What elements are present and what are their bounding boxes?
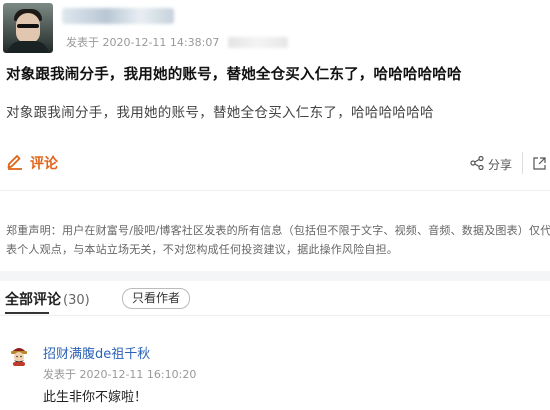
author-avatar[interactable]: [3, 3, 53, 53]
comment-count: (30): [63, 293, 90, 308]
tab-all-comments[interactable]: 全部评论 (30): [5, 289, 90, 309]
post-ip-redacted: [228, 37, 288, 48]
tab-all-comments-label: 全部评论: [5, 292, 61, 308]
author-only-button[interactable]: 只看作者: [122, 288, 191, 309]
section-separator: [0, 271, 550, 281]
section-divider: [0, 190, 550, 191]
active-tab-indicator: [5, 312, 49, 314]
action-divider: [522, 152, 523, 174]
comment-button[interactable]: 评论: [6, 152, 58, 174]
comment-label: 评论: [30, 156, 58, 172]
pencil-icon: [6, 152, 24, 174]
share-button[interactable]: 分享: [470, 155, 512, 174]
share-label: 分享: [488, 158, 513, 172]
fortune-god-icon: [11, 348, 27, 366]
share-icon: [470, 155, 484, 174]
commenter-username[interactable]: 招财满腹de祖千秋: [43, 343, 150, 362]
commenter-avatar[interactable]: [8, 344, 30, 366]
post-timestamp: 发表于 2020-12-11 14:38:07: [66, 36, 220, 49]
comment-text: 此生非你不嫁啦！: [43, 390, 148, 405]
author-name-redacted: [62, 8, 174, 24]
disclaimer-text: 郑重声明：用户在财富号/股吧/博客社区发表的所有信息（包括但不限于文字、视频、音…: [6, 224, 550, 256]
post-title: 对象跟我闹分手，我用她的账号，替她全仓买入仁东了，哈哈哈哈哈哈: [6, 67, 462, 83]
post-body: 对象跟我闹分手，我用她的账号，替她全仓买入仁东了，哈哈哈哈哈哈: [6, 105, 434, 121]
comment-timestamp: 发表于 2020-12-11 16:10:20: [43, 368, 197, 381]
external-link-icon[interactable]: [532, 156, 547, 175]
